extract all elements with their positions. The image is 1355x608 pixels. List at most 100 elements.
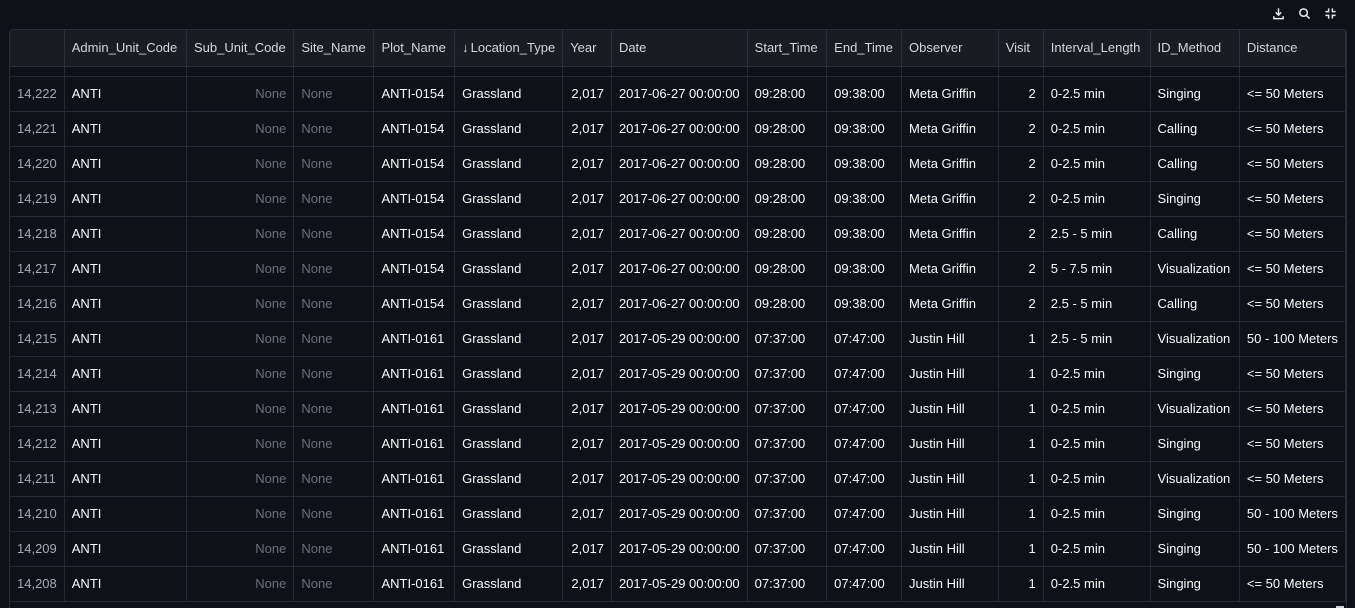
admin-unit-code-cell[interactable]: ANTI — [64, 356, 187, 392]
end-time-cell[interactable]: 07:47:00 — [826, 426, 903, 462]
start-time-cell[interactable]: 07:37:00 — [747, 391, 828, 427]
interval-length-cell[interactable]: 2.5 - 5 min — [1043, 286, 1151, 322]
row-index[interactable]: 14,214 — [10, 356, 65, 392]
plot-name-cell[interactable]: ANTI-0154 — [373, 111, 456, 147]
table-row[interactable]: 14,217 ANTI None None ANTI-0154 Grassland 2,01… — [10, 251, 1346, 287]
visit-cell[interactable]: 2 — [998, 181, 1044, 217]
visit-cell[interactable]: 1 — [998, 391, 1044, 427]
visit-cell[interactable]: 1 — [998, 566, 1044, 602]
row-index[interactable]: 14,208 — [10, 566, 65, 602]
table-row[interactable]: 14,212 ANTI None None ANTI-0161 Grassland 2,01… — [10, 426, 1346, 462]
visit-cell[interactable]: 2 — [998, 216, 1044, 252]
interval-length-cell[interactable]: 0-2.5 min — [1043, 146, 1151, 182]
observer-cell[interactable]: Meta Griffin — [901, 146, 999, 182]
id-method-cell[interactable]: Singing — [1150, 426, 1240, 462]
distance-cell[interactable]: <= 50 Meters — [1239, 391, 1346, 427]
location-type-cell[interactable]: Grassland — [454, 76, 564, 112]
observer-cell[interactable]: Justin Hill — [901, 461, 999, 497]
start-time-cell[interactable]: 09:28:00 — [747, 181, 828, 217]
year-cell[interactable]: 2,017 — [562, 531, 612, 567]
location-type-cell[interactable]: Grassland — [454, 461, 564, 497]
table-row[interactable]: 14,215 ANTI None None ANTI-0161 Grassland 2,01… — [10, 321, 1346, 357]
interval-length-cell[interactable]: 0-2.5 min — [1043, 426, 1151, 462]
visit-cell[interactable]: 1 — [998, 531, 1044, 567]
start-time-cell[interactable]: 07:37:00 — [747, 461, 828, 497]
start-time-cell[interactable]: 09:28:00 — [747, 111, 828, 147]
date-cell[interactable]: 2017-05-29 00:00:00 — [611, 531, 748, 567]
interval-length-cell[interactable]: 5 - 7.5 min — [1043, 251, 1151, 287]
header-index[interactable] — [10, 30, 65, 67]
sub-unit-code-cell[interactable]: None — [186, 391, 295, 427]
interval-length-cell[interactable]: 0-2.5 min — [1043, 461, 1151, 497]
location-type-cell[interactable]: Grassland — [454, 146, 564, 182]
date-cell[interactable]: 2017-05-29 00:00:00 — [611, 426, 748, 462]
interval-length-cell[interactable]: 0-2.5 min — [1043, 356, 1151, 392]
sub-unit-code-cell[interactable]: None — [186, 461, 295, 497]
year-cell[interactable]: 2,017 — [562, 146, 612, 182]
date-cell[interactable]: 2017-06-27 00:00:00 — [611, 111, 748, 147]
row-index[interactable]: 14,213 — [10, 391, 65, 427]
sub-unit-code-cell[interactable]: None — [186, 251, 295, 287]
observer-cell[interactable]: Meta Griffin — [901, 76, 999, 112]
end-time-cell[interactable]: 09:38:00 — [826, 216, 903, 252]
year-cell[interactable]: 2,017 — [562, 461, 612, 497]
date-cell[interactable]: 2017-06-27 00:00:00 — [611, 216, 748, 252]
date-cell[interactable]: 2017-05-29 00:00:00 — [611, 461, 748, 497]
visit-cell[interactable]: 2 — [998, 286, 1044, 322]
id-method-cell[interactable]: Singing — [1150, 356, 1240, 392]
end-time-cell[interactable]: 09:38:00 — [826, 286, 903, 322]
row-index[interactable]: 14,217 — [10, 251, 65, 287]
id-method-cell[interactable]: Calling — [1150, 111, 1240, 147]
observer-cell[interactable]: Meta Griffin — [901, 286, 999, 322]
table-row[interactable]: 14,210 ANTI None None ANTI-0161 Grassland 2,01… — [10, 496, 1346, 532]
plot-name-cell[interactable]: ANTI-0154 — [373, 251, 456, 287]
visit-cell[interactable]: 1 — [998, 496, 1044, 532]
table-row[interactable]: 14,214 ANTI None None ANTI-0161 Grassland 2,01… — [10, 356, 1346, 392]
table-row[interactable]: 14,222 ANTI None None ANTI-0154 Grassland 2,01… — [10, 76, 1346, 112]
start-time-cell[interactable]: 07:37:00 — [747, 531, 828, 567]
header-admin-unit-code[interactable]: Admin_Unit_Code — [64, 30, 187, 67]
visit-cell[interactable]: 2 — [998, 251, 1044, 287]
sub-unit-code-cell[interactable]: None — [186, 216, 295, 252]
interval-length-cell[interactable]: 0-2.5 min — [1043, 531, 1151, 567]
start-time-cell[interactable]: 07:37:00 — [747, 566, 828, 602]
site-name-cell[interactable]: None — [293, 146, 375, 182]
plot-name-cell[interactable]: ANTI-0154 — [373, 181, 456, 217]
sub-unit-code-cell[interactable]: None — [186, 356, 295, 392]
date-cell[interactable]: 2017-05-29 00:00:00 — [611, 391, 748, 427]
end-time-cell[interactable]: 07:47:00 — [826, 566, 903, 602]
header-plot-name[interactable]: Plot_Name — [373, 30, 456, 67]
admin-unit-code-cell[interactable]: ANTI — [64, 216, 187, 252]
location-type-cell[interactable]: Grassland — [454, 181, 564, 217]
admin-unit-code-cell[interactable]: ANTI — [64, 426, 187, 462]
distance-cell[interactable]: 50 - 100 Meters — [1239, 496, 1346, 532]
plot-name-cell[interactable]: ANTI-0161 — [373, 426, 456, 462]
plot-name-cell[interactable]: ANTI-0154 — [373, 76, 456, 112]
visit-cell[interactable]: 1 — [998, 426, 1044, 462]
sub-unit-code-cell[interactable]: None — [186, 181, 295, 217]
interval-length-cell[interactable]: 0-2.5 min — [1043, 391, 1151, 427]
date-cell[interactable]: 2017-06-27 00:00:00 — [611, 76, 748, 112]
admin-unit-code-cell[interactable]: ANTI — [64, 181, 187, 217]
site-name-cell[interactable]: None — [293, 496, 375, 532]
observer-cell[interactable]: Meta Griffin — [901, 216, 999, 252]
id-method-cell[interactable]: Calling — [1150, 216, 1240, 252]
header-interval-length[interactable]: Interval_Length — [1043, 30, 1151, 67]
sub-unit-code-cell[interactable]: None — [186, 111, 295, 147]
start-time-cell[interactable]: 07:37:00 — [747, 321, 828, 357]
site-name-cell[interactable]: None — [293, 216, 375, 252]
site-name-cell[interactable]: None — [293, 531, 375, 567]
interval-length-cell[interactable]: 0-2.5 min — [1043, 496, 1151, 532]
site-name-cell[interactable]: None — [293, 461, 375, 497]
distance-cell[interactable]: <= 50 Meters — [1239, 146, 1346, 182]
table-row[interactable]: 14,218 ANTI None None ANTI-0154 Grassland 2,01… — [10, 216, 1346, 252]
row-index[interactable]: 14,212 — [10, 426, 65, 462]
year-cell[interactable]: 2,017 — [562, 181, 612, 217]
year-cell[interactable]: 2,017 — [562, 566, 612, 602]
year-cell[interactable]: 2,017 — [562, 321, 612, 357]
observer-cell[interactable]: Justin Hill — [901, 321, 999, 357]
end-time-cell[interactable]: 09:38:00 — [826, 146, 903, 182]
interval-length-cell[interactable]: 0-2.5 min — [1043, 76, 1151, 112]
admin-unit-code-cell[interactable]: ANTI — [64, 321, 187, 357]
table-row[interactable]: 14,208 ANTI None None ANTI-0161 Grassland 2,01… — [10, 566, 1346, 602]
